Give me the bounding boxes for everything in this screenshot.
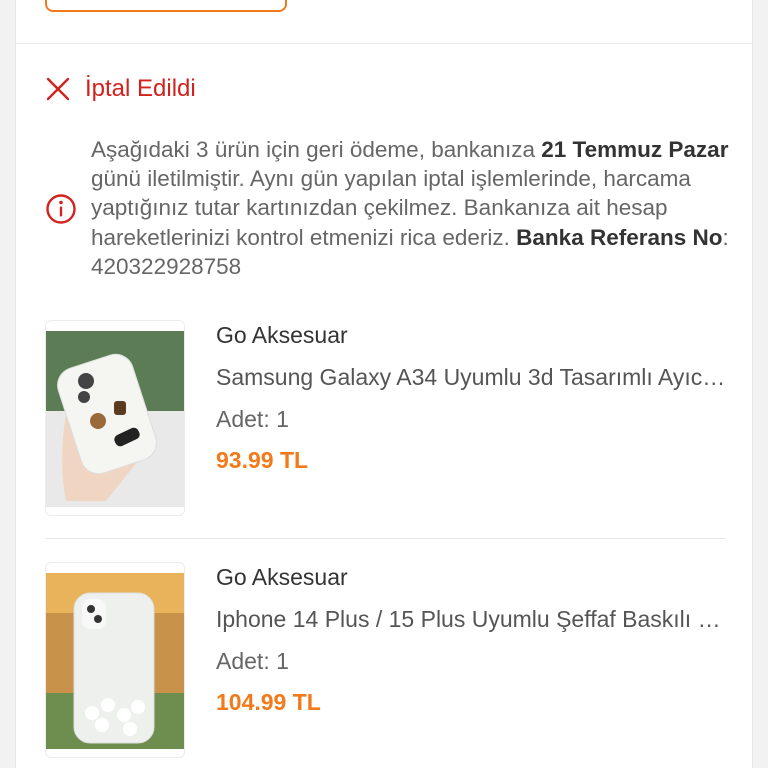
product-price: 93.99 TL xyxy=(216,447,309,473)
product-image[interactable] xyxy=(45,320,185,516)
status-label: İptal Edildi xyxy=(85,75,196,102)
product-name: Samsung Galaxy A34 Uyumlu 3d Tasarımlı A… xyxy=(216,364,726,390)
notice-text: Aşağıdaki 3 ürün için geri ödeme, bankan… xyxy=(91,137,729,279)
bank-ref-label: Banka Referans No xyxy=(516,224,723,250)
refund-notice: Aşağıdaki 3 ürün için geri ödeme, bankan… xyxy=(45,135,735,281)
product-quantity: Adet: 1 xyxy=(216,406,289,432)
divider xyxy=(45,538,725,539)
product-name: Iphone 14 Plus / 15 Plus Uyumlu Şeffaf B… xyxy=(216,606,726,632)
cancel-status: İptal Edildi xyxy=(45,74,196,104)
order-detail-card: İptal Edildi Aşağıdaki 3 ürün için geri … xyxy=(15,0,753,768)
action-button[interactable] xyxy=(45,0,287,12)
divider xyxy=(16,43,752,44)
seller-name: Go Aksesuar xyxy=(216,564,348,590)
close-icon xyxy=(46,77,70,101)
product-item[interactable]: Go Aksesuar Iphone 14 Plus / 15 Plus Uyu… xyxy=(45,562,726,762)
product-price: 104.99 TL xyxy=(216,689,321,715)
product-image[interactable] xyxy=(45,562,185,758)
product-item[interactable]: Go Aksesuar Samsung Galaxy A34 Uyumlu 3d… xyxy=(45,320,726,520)
product-quantity: Adet: 1 xyxy=(216,648,289,674)
refund-date: 21 Temmuz Pazar xyxy=(541,137,729,162)
phone-case-image xyxy=(46,573,184,749)
seller-name: Go Aksesuar xyxy=(216,322,348,348)
info-icon xyxy=(46,194,76,224)
bank-ref-number: 420322928758 xyxy=(91,253,242,279)
phone-case-image xyxy=(46,331,184,507)
